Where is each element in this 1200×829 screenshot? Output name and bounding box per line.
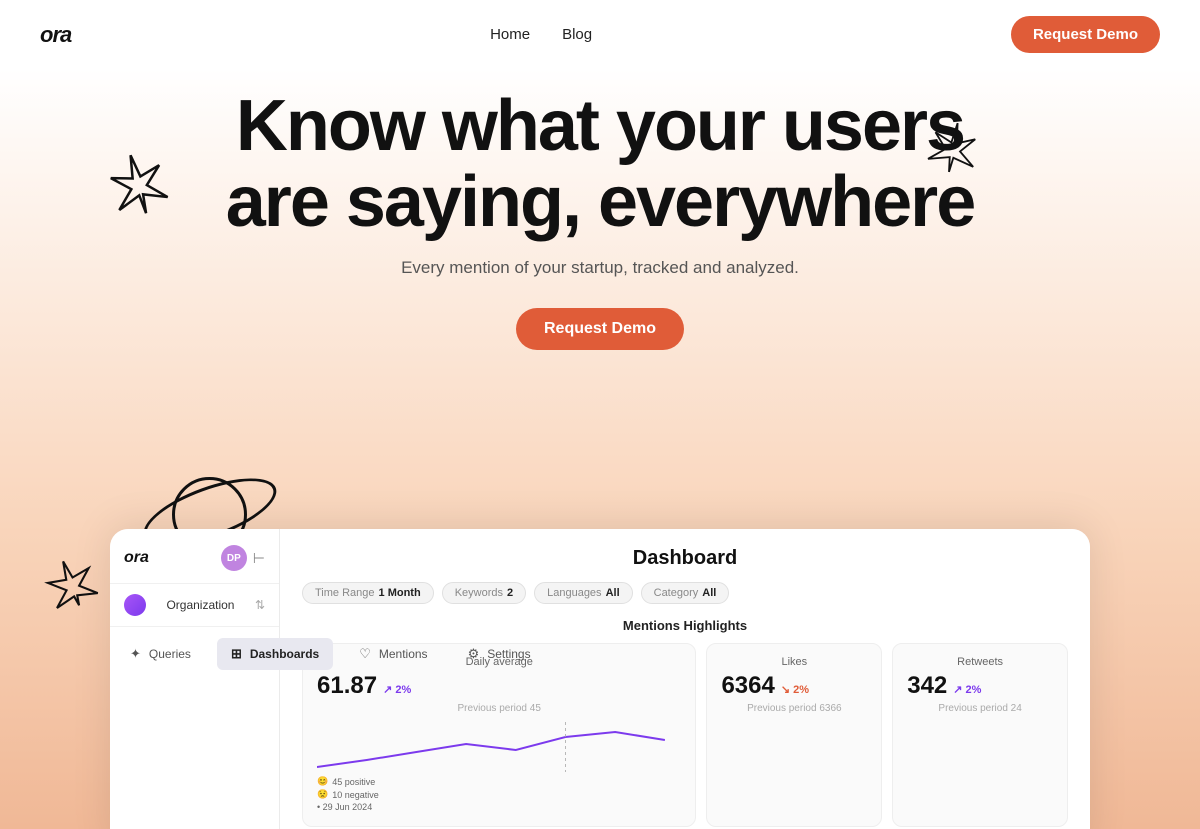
daily-avg-trend: ↗ 2% (383, 683, 411, 696)
settings-icon: ⚙ (468, 646, 480, 662)
daily-avg-prev: Previous period 45 (317, 703, 681, 714)
stats-row: Daily average 61.87 ↗ 2% Previous period… (302, 643, 1068, 827)
likes-label: Likes (721, 656, 867, 668)
org-label: Organization (154, 598, 247, 612)
org-chevron-icon: ⇅ (255, 598, 265, 612)
filter-value: All (702, 587, 716, 599)
retweets-value: 342 ↗ 2% (907, 672, 1053, 700)
sidebar-logo: ora (124, 549, 149, 567)
retweets-label: Retweets (907, 656, 1053, 668)
nav-blog[interactable]: Blog (562, 26, 592, 43)
hero-title: Know what your users are saying, everywh… (190, 89, 1010, 240)
retweets-card: Retweets 342 ↗ 2% Previous period 24 (892, 643, 1068, 827)
sidebar-item-label: Dashboards (250, 647, 319, 661)
filter-label: Category (654, 587, 699, 599)
filter-value: 2 (507, 587, 513, 599)
queries-icon: ✦ (130, 646, 141, 662)
avatar: DP (221, 545, 247, 571)
mentions-highlights-title: Mentions Highlights (302, 618, 1068, 633)
sidebar-item-label: Mentions (379, 647, 428, 661)
daily-avg-value: 61.87 ↗ 2% (317, 672, 681, 700)
sidebar-item-label: Queries (149, 647, 191, 661)
likes-card: Likes 6364 ↘ 2% Previous period 6366 (706, 643, 882, 827)
sidebar-top: ora DP ⊢ (110, 545, 279, 584)
filter-languages[interactable]: Languages All (534, 582, 633, 604)
sidebar-item-label: Settings (487, 647, 530, 661)
sidebar: ora DP ⊢ Organization ⇅ ✦ Queries ⊞ Dash… (110, 529, 280, 829)
filter-time-range[interactable]: Time Range 1 Month (302, 582, 434, 604)
org-selector[interactable]: Organization ⇅ (110, 584, 279, 627)
sidebar-icons: DP ⊢ (221, 545, 265, 571)
filter-value: All (606, 587, 620, 599)
nav-home[interactable]: Home (490, 26, 530, 43)
logo: ora (40, 22, 71, 48)
hero-section: Know what your users are saying, everywh… (0, 69, 1200, 829)
daily-avg-chart (317, 722, 681, 772)
nav-links: Home Blog (490, 26, 592, 43)
filter-label: Languages (547, 587, 601, 599)
star-left-icon (100, 143, 179, 239)
hero-subtitle: Every mention of your startup, tracked a… (0, 258, 1200, 278)
sidebar-nav: ✦ Queries ⊞ Dashboards ♡ Mentions ⚙ Sett… (110, 627, 279, 681)
dashboards-icon: ⊞ (231, 646, 242, 662)
chart-labels: 😊45 positive 😟10 negative • 29 Jun 2024 (317, 776, 681, 812)
sidebar-item-settings[interactable]: ⚙ Settings (454, 638, 545, 670)
filter-value: 1 Month (379, 587, 421, 599)
sidebar-item-queries[interactable]: ✦ Queries (116, 638, 205, 670)
retweets-prev: Previous period 24 (907, 703, 1053, 714)
daily-avg-card: Daily average 61.87 ↗ 2% Previous period… (302, 643, 696, 827)
filter-keywords[interactable]: Keywords 2 (442, 582, 526, 604)
mentions-icon: ♡ (359, 646, 371, 662)
org-dot-icon (124, 594, 146, 616)
star-bottom-left-icon (39, 551, 107, 625)
likes-trend: ↘ 2% (781, 683, 809, 696)
sidebar-item-dashboards[interactable]: ⊞ Dashboards (217, 638, 333, 670)
likes-prev: Previous period 6366 (721, 703, 867, 714)
retweets-trend: ↗ 2% (953, 683, 981, 696)
filter-category[interactable]: Category All (641, 582, 730, 604)
hero-demo-button[interactable]: Request Demo (516, 308, 684, 350)
dashboard-preview: ora DP ⊢ Organization ⇅ ✦ Queries ⊞ Dash… (110, 529, 1090, 829)
dashboard-title: Dashboard (302, 547, 1068, 570)
filters-bar: Time Range 1 Month Keywords 2 Languages … (302, 582, 1068, 604)
navbar: ora Home Blog Request Demo (0, 0, 1200, 69)
likes-value: 6364 ↘ 2% (721, 672, 867, 700)
filter-label: Keywords (455, 587, 503, 599)
sidebar-collapse-icon[interactable]: ⊢ (253, 550, 265, 567)
filter-label: Time Range (315, 587, 375, 599)
main-content: Dashboard Time Range 1 Month Keywords 2 … (280, 529, 1090, 829)
sidebar-item-mentions[interactable]: ♡ Mentions (345, 638, 441, 670)
nav-demo-button[interactable]: Request Demo (1011, 16, 1160, 53)
